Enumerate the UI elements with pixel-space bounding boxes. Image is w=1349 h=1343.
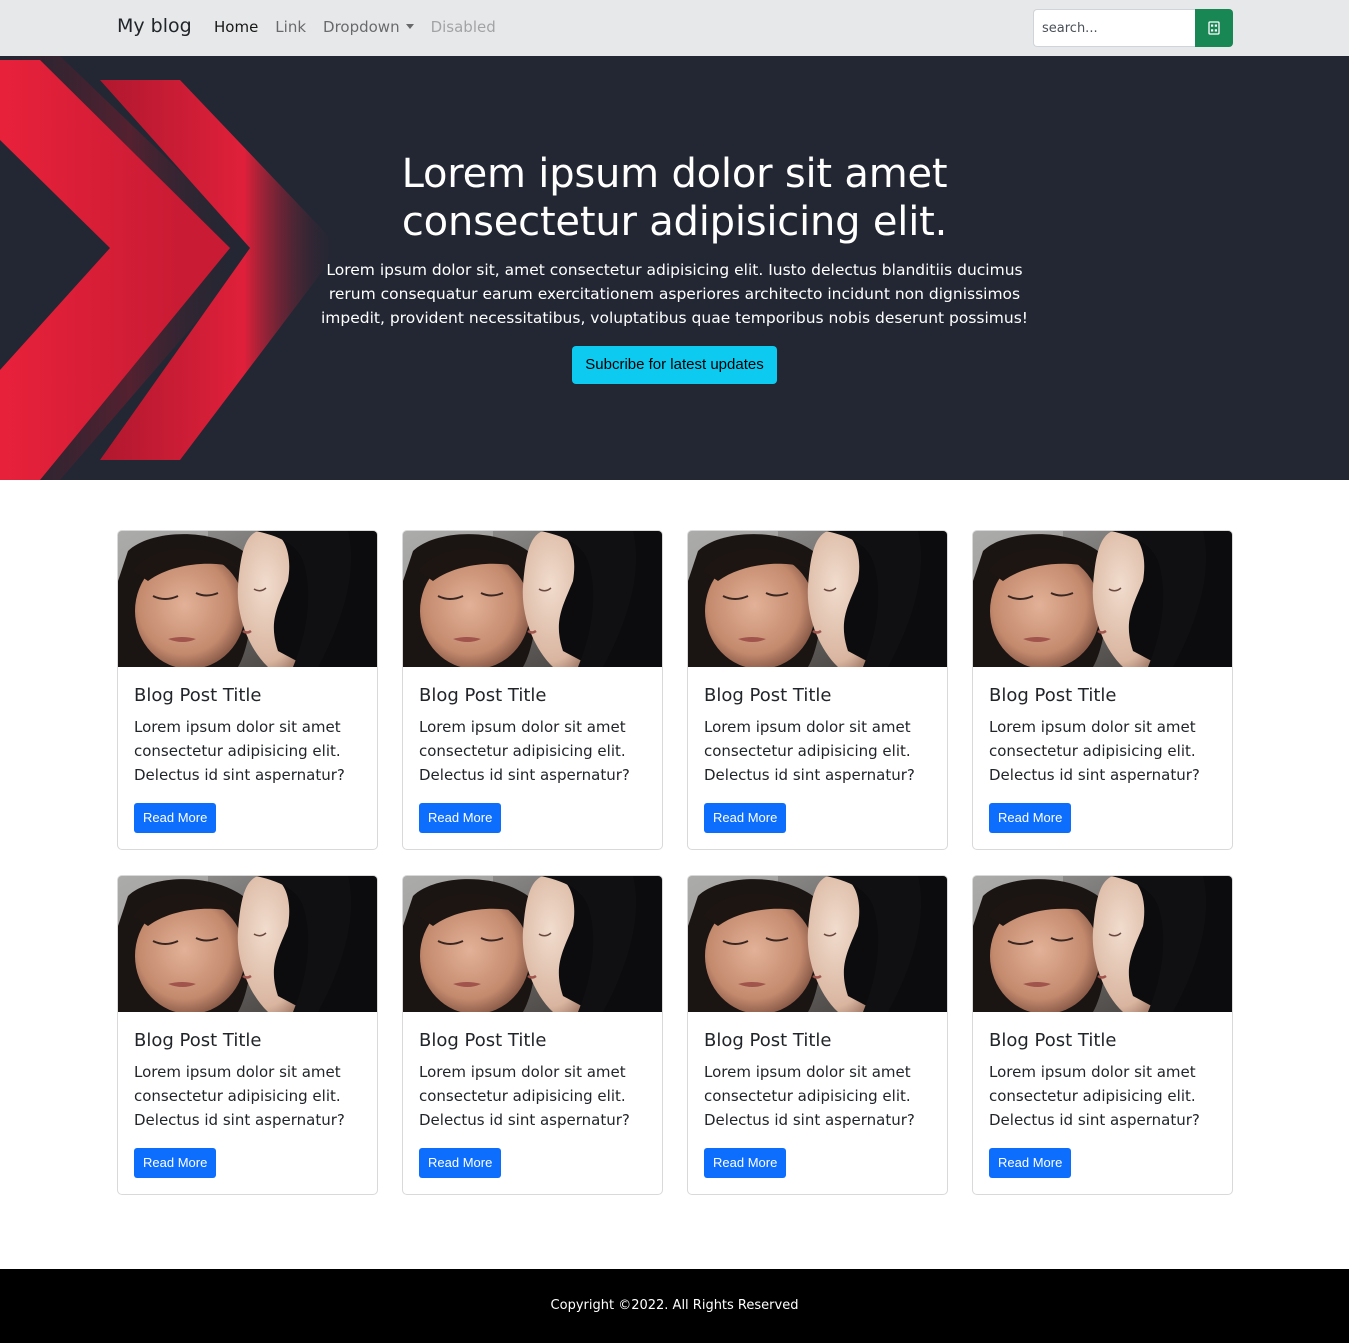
read-more-button[interactable]: Read More — [989, 1148, 1072, 1178]
blog-post-image — [403, 876, 662, 1012]
blog-post-title: Blog Post Title — [134, 685, 262, 706]
read-more-button[interactable]: Read More — [419, 803, 502, 833]
blog-post-image — [118, 876, 377, 1012]
nav-link-home[interactable]: Home — [214, 18, 258, 36]
blog-post-excerpt: Lorem ipsum dolor sit amet consectetur a… — [989, 1063, 1200, 1129]
blog-post-image — [973, 531, 1232, 667]
blog-post-body: Blog Post Title Lorem ipsum dolor sit am… — [403, 667, 662, 849]
blog-post-image — [688, 531, 947, 667]
nav-link-disabled: Disabled — [430, 18, 496, 36]
navbar-brand[interactable]: My blog — [117, 15, 192, 37]
blog-post-title: Blog Post Title — [419, 685, 547, 706]
blog-post-title: Blog Post Title — [704, 1030, 832, 1051]
read-more-button[interactable]: Read More — [419, 1148, 502, 1178]
blog-post-image — [403, 531, 662, 667]
blog-post-card: Blog Post Title Lorem ipsum dolor sit am… — [117, 530, 378, 850]
footer-copyright: Copyright ©2022. All Rights Reserved — [550, 1298, 799, 1313]
blog-post-title: Blog Post Title — [704, 685, 832, 706]
read-more-button[interactable]: Read More — [989, 803, 1072, 833]
blog-post-excerpt: Lorem ipsum dolor sit amet consectetur a… — [134, 718, 345, 784]
blog-post-grid: Blog Post Title Lorem ipsum dolor sit am… — [117, 530, 1233, 1195]
read-more-button[interactable]: Read More — [704, 803, 787, 833]
hero-section: Lorem ipsum dolor sit amet consectetur a… — [0, 0, 1349, 480]
read-more-button[interactable]: Read More — [134, 803, 217, 833]
blog-post-card: Blog Post Title Lorem ipsum dolor sit am… — [117, 875, 378, 1195]
nav-dropdown-label: Dropdown — [323, 18, 400, 36]
blog-post-excerpt: Lorem ipsum dolor sit amet consectetur a… — [704, 1063, 915, 1129]
blog-post-title: Blog Post Title — [989, 1030, 1117, 1051]
footer: Copyright ©2022. All Rights Reserved — [0, 1269, 1349, 1343]
search-form — [1033, 9, 1233, 47]
search-input[interactable] — [1033, 9, 1195, 47]
nav-dropdown[interactable]: Dropdown — [323, 18, 414, 36]
hero-title: Lorem ipsum dolor sit amet consectetur a… — [401, 151, 948, 245]
blog-post-title: Blog Post Title — [134, 1030, 262, 1051]
blog-post-title: Blog Post Title — [419, 1030, 547, 1051]
chevron-down-icon — [405, 24, 414, 29]
search-button[interactable] — [1195, 9, 1233, 47]
subscribe-button[interactable]: Subcribe for latest updates — [572, 346, 777, 384]
blog-post-image — [118, 531, 377, 667]
blog-post-body: Blog Post Title Lorem ipsum dolor sit am… — [973, 667, 1232, 849]
blog-post-card: Blog Post Title Lorem ipsum dolor sit am… — [402, 530, 663, 850]
blog-post-excerpt: Lorem ipsum dolor sit amet consectetur a… — [704, 718, 915, 784]
read-more-button[interactable]: Read More — [134, 1148, 217, 1178]
blog-post-excerpt: Lorem ipsum dolor sit amet consectetur a… — [419, 1063, 630, 1129]
nav-links: Home Link Dropdown Disabled — [214, 18, 513, 36]
blog-post-card: Blog Post Title Lorem ipsum dolor sit am… — [687, 530, 948, 850]
blog-post-image — [688, 876, 947, 1012]
blog-post-title: Blog Post Title — [989, 685, 1117, 706]
blog-post-card: Blog Post Title Lorem ipsum dolor sit am… — [687, 875, 948, 1195]
blog-post-body: Blog Post Title Lorem ipsum dolor sit am… — [118, 1012, 377, 1194]
hero-description: Lorem ipsum dolor sit, amet consectetur … — [320, 261, 1029, 327]
navbar: My blog Home Link Dropdown Disabled — [0, 0, 1349, 56]
nav-link-link[interactable]: Link — [275, 18, 306, 36]
blog-post-image — [973, 876, 1232, 1012]
blog-post-body: Blog Post Title Lorem ipsum dolor sit am… — [118, 667, 377, 849]
search-icon — [1208, 21, 1220, 35]
read-more-button[interactable]: Read More — [704, 1148, 787, 1178]
blog-post-excerpt: Lorem ipsum dolor sit amet consectetur a… — [134, 1063, 345, 1129]
blog-post-excerpt: Lorem ipsum dolor sit amet consectetur a… — [989, 718, 1200, 784]
blog-post-body: Blog Post Title Lorem ipsum dolor sit am… — [688, 1012, 947, 1194]
blog-post-body: Blog Post Title Lorem ipsum dolor sit am… — [973, 1012, 1232, 1194]
blog-post-card: Blog Post Title Lorem ipsum dolor sit am… — [972, 530, 1233, 850]
blog-post-card: Blog Post Title Lorem ipsum dolor sit am… — [972, 875, 1233, 1195]
blog-post-card: Blog Post Title Lorem ipsum dolor sit am… — [402, 875, 663, 1195]
blog-post-body: Blog Post Title Lorem ipsum dolor sit am… — [403, 1012, 662, 1194]
hero-content: Lorem ipsum dolor sit amet consectetur a… — [312, 150, 1037, 384]
blog-post-body: Blog Post Title Lorem ipsum dolor sit am… — [688, 667, 947, 849]
blog-post-excerpt: Lorem ipsum dolor sit amet consectetur a… — [419, 718, 630, 784]
